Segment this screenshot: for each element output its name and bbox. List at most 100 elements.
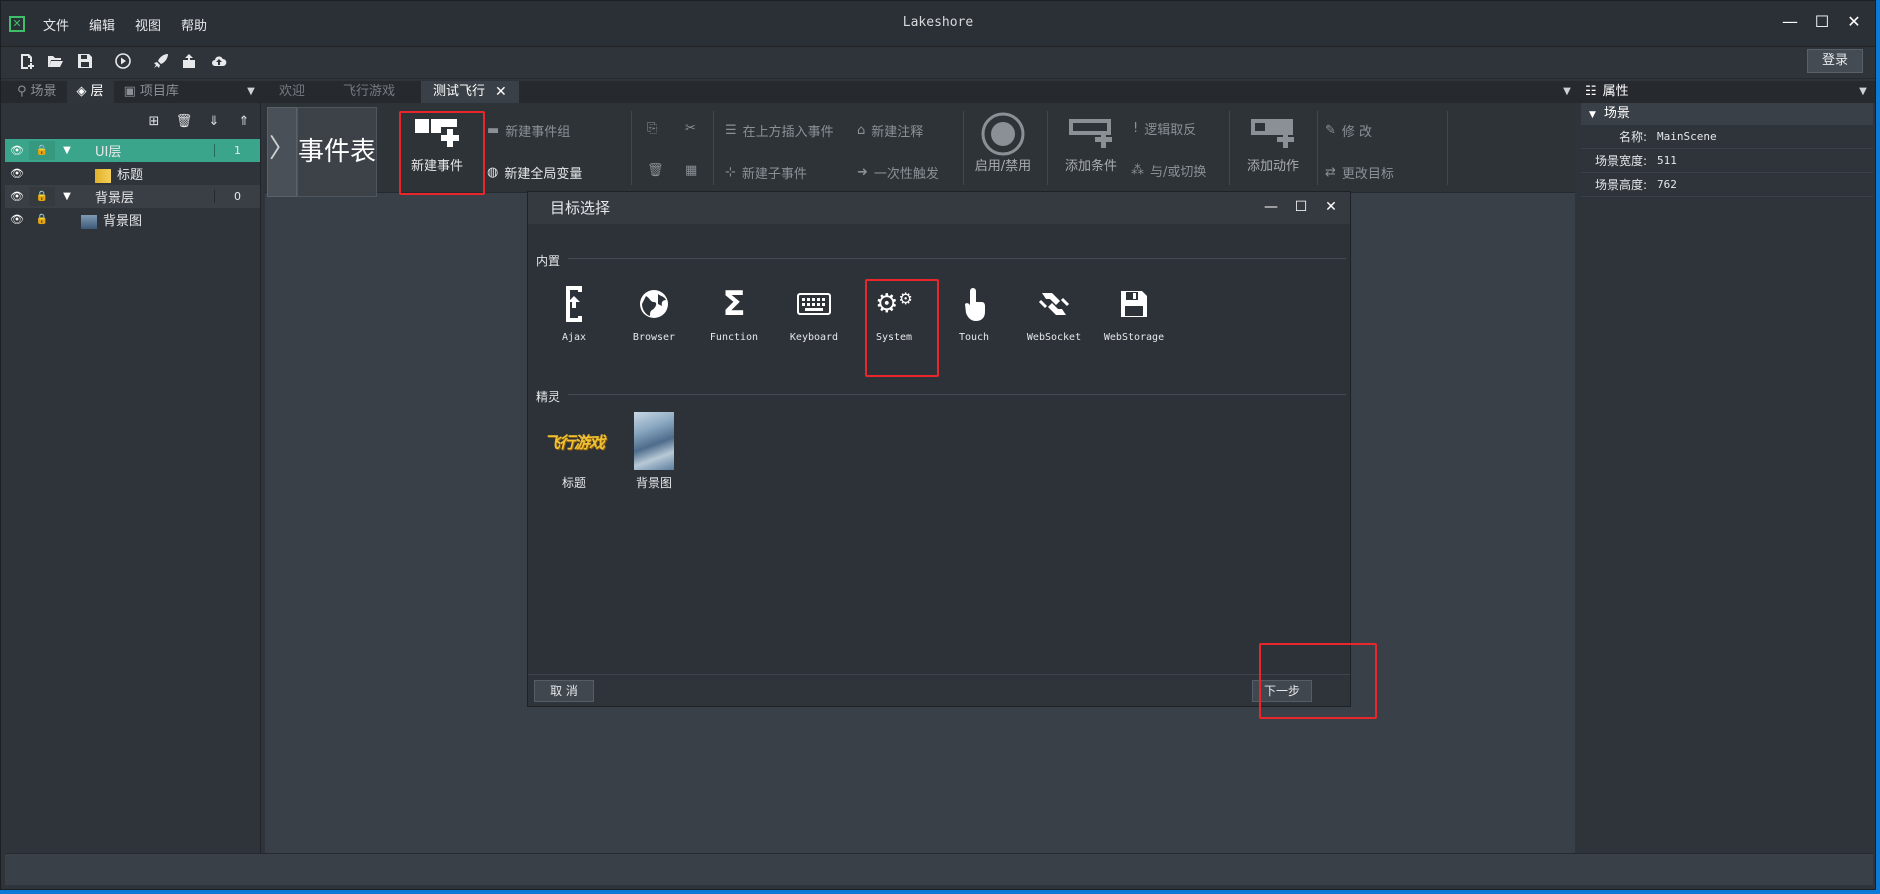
plugin-webstorage[interactable]: WebStorage [1096, 282, 1172, 343]
save-icon[interactable] [75, 53, 95, 73]
properties-section-header[interactable]: ▼ 场景 [1581, 103, 1873, 125]
plugin-browser[interactable]: Browser [616, 282, 692, 343]
new-comment-button[interactable]: ⌂ 新建注释 [857, 121, 923, 140]
plugin-label: Keyboard [789, 332, 839, 343]
enable-disable-icon [965, 111, 1041, 156]
cloud-upload-icon[interactable] [209, 53, 229, 73]
layer-name: UI层 [95, 145, 122, 160]
new-project-icon[interactable] [17, 53, 37, 73]
layer-row-bg-image[interactable]: 👁 🔒 背景图 [5, 208, 260, 231]
layer-count: 1 [214, 144, 260, 157]
layer-child: 标题 [75, 164, 260, 183]
insert-above-button[interactable]: ☰ 在上方插入事件 [725, 121, 834, 140]
plugin-label: WebStorage [1103, 332, 1165, 343]
visibility-eye-icon[interactable]: 👁 [5, 213, 29, 226]
move-layer-down-icon[interactable]: ⇓ [205, 113, 223, 131]
add-layer-icon[interactable]: ⊞ [145, 113, 163, 131]
tab-scene[interactable]: ⚲ 场景 [7, 81, 67, 103]
property-value-height[interactable]: 762 [1653, 178, 1873, 191]
modify-label: 修 改 [1341, 125, 1373, 140]
sprite-divider [568, 394, 1346, 395]
window-controls: — ☐ ✕ [1779, 11, 1865, 33]
plugin-function[interactable]: Σ Function [696, 282, 772, 343]
modify-button[interactable]: ✎ 修 改 [1325, 121, 1372, 140]
dialog-controls: — ☐ ✕ [1262, 198, 1340, 216]
tab-project-library[interactable]: ▣ 项目库 [114, 81, 189, 103]
sprite-bg-image[interactable]: 背景图 [616, 412, 692, 491]
ribbon-title: 事件表 [297, 107, 377, 197]
lock-icon[interactable]: 🔒 [29, 210, 55, 229]
close-icon[interactable]: ✕ [1843, 11, 1865, 33]
enable-disable-button[interactable]: 启用/禁用 [965, 111, 1041, 174]
plugin-touch[interactable]: Touch [936, 282, 1012, 343]
rocket-icon[interactable] [151, 53, 171, 73]
property-value-width[interactable]: 511 [1653, 154, 1873, 167]
right-tabs-dropdown-icon[interactable]: ▼ [1855, 81, 1871, 103]
add-condition-button[interactable]: 添加条件 [1053, 111, 1129, 174]
plugin-ajax[interactable]: Ajax [536, 282, 612, 343]
highlight-next [1259, 643, 1377, 719]
lock-icon[interactable]: 🔒 [29, 141, 55, 160]
plugin-keyboard[interactable]: Keyboard [776, 282, 852, 343]
move-layer-up-icon[interactable]: ⇑ [235, 113, 253, 131]
comment-icon: ⌂ [857, 123, 866, 138]
logic-invert-button[interactable]: ! 逻辑取反 [1133, 119, 1196, 138]
dialog-title-bar: 目标选择 — ☐ ✕ [528, 192, 1350, 224]
lock-icon[interactable] [29, 164, 55, 183]
minimize-icon[interactable]: — [1779, 11, 1801, 33]
title-logo-image: 飞行游戏 [536, 412, 612, 470]
new-sub-event-button[interactable]: ⊹ 新建子事件 [725, 163, 807, 182]
tab-test-flight[interactable]: 测试飞行 ✕ [421, 81, 519, 103]
title-sprite-icon [95, 168, 111, 183]
tab-row: ⚲ 场景 ◈ 层 ▣ 项目库 ▼ 欢迎 飞行游戏 测试飞行 ✕ ▼ ☷ 属性 ▼ [1, 81, 1875, 103]
lock-icon[interactable]: 🔒 [29, 187, 55, 206]
property-key: 名称: [1618, 130, 1647, 144]
tab-properties[interactable]: ☷ 属性 [1585, 81, 1629, 103]
export-icon[interactable] [179, 53, 199, 73]
left-tabs-dropdown-icon[interactable]: ▼ [243, 81, 259, 103]
visibility-eye-icon[interactable]: 👁 [5, 144, 29, 157]
new-global-var-button[interactable]: ◍ 新建全局变量 [487, 163, 582, 182]
tab-layers[interactable]: ◈ 层 [66, 81, 114, 103]
and-or-switch-button[interactable]: ⁂ 与/或切换 [1131, 161, 1206, 180]
property-value-name[interactable]: MainScene [1653, 130, 1873, 143]
expand-triangle-icon[interactable]: ▼ [59, 191, 75, 202]
dialog-maximize-icon[interactable]: ☐ [1292, 198, 1310, 216]
expand-triangle-icon[interactable]: ▼ [59, 145, 75, 156]
trigger-once-button[interactable]: ➜ 一次性触发 [857, 163, 939, 182]
new-global-var-label: 新建全局变量 [504, 167, 583, 182]
layer-row-ui[interactable]: 👁 🔒 ▼ UI层 1 [5, 139, 260, 162]
dialog-minimize-icon[interactable]: — [1262, 198, 1280, 216]
change-target-button[interactable]: ⇄ 更改目标 [1325, 163, 1394, 182]
tab-welcome[interactable]: 欢迎 [267, 81, 317, 103]
visibility-eye-icon[interactable]: 👁 [5, 167, 29, 180]
new-event-group-button[interactable]: ▬ 新建事件组 [487, 121, 570, 140]
sprite-title[interactable]: 飞行游戏 标题 [536, 412, 612, 491]
document-tabs-dropdown-icon[interactable]: ▼ [1559, 81, 1575, 103]
delete-icon[interactable]: 🗑 [647, 163, 664, 178]
change-target-icon: ⇄ [1325, 165, 1336, 180]
layer-row-title[interactable]: 👁 标题 [5, 162, 260, 185]
login-button[interactable]: 登录 [1807, 49, 1863, 73]
tab-properties-label: 属性 [1602, 84, 1629, 99]
cut-icon[interactable]: ✂ [685, 121, 696, 136]
add-action-button[interactable]: 添加动作 [1235, 111, 1311, 174]
highlight-new-event [399, 111, 485, 195]
copy-icon[interactable]: ⎘ [647, 121, 657, 136]
tab-close-icon[interactable]: ✕ [495, 81, 507, 103]
play-icon[interactable] [113, 53, 133, 73]
ribbon-collapse-button[interactable]: 〉 [267, 107, 297, 197]
maximize-icon[interactable]: ☐ [1811, 11, 1833, 33]
logic-invert-label: 逻辑取反 [1144, 123, 1197, 138]
open-folder-icon[interactable] [45, 53, 65, 73]
plugin-websocket[interactable]: WebSocket [1016, 282, 1092, 343]
visibility-eye-icon[interactable]: 👁 [5, 190, 29, 203]
delete-layer-icon[interactable]: 🗑 [175, 113, 193, 131]
app-window: ✕ 文件 编辑 视图 帮助 Lakeshore — ☐ ✕ 登录 ⚲ 场景 ◈ … [0, 0, 1876, 890]
bg-image-thumbnail [634, 412, 674, 470]
layer-row-background[interactable]: 👁 🔒 ▼ 背景层 0 [5, 185, 260, 208]
paste-icon[interactable]: ▦ [685, 163, 697, 178]
cancel-button[interactable]: 取 消 [534, 680, 594, 702]
tab-flight-game[interactable]: 飞行游戏 [331, 81, 407, 103]
dialog-close-icon[interactable]: ✕ [1322, 198, 1340, 216]
